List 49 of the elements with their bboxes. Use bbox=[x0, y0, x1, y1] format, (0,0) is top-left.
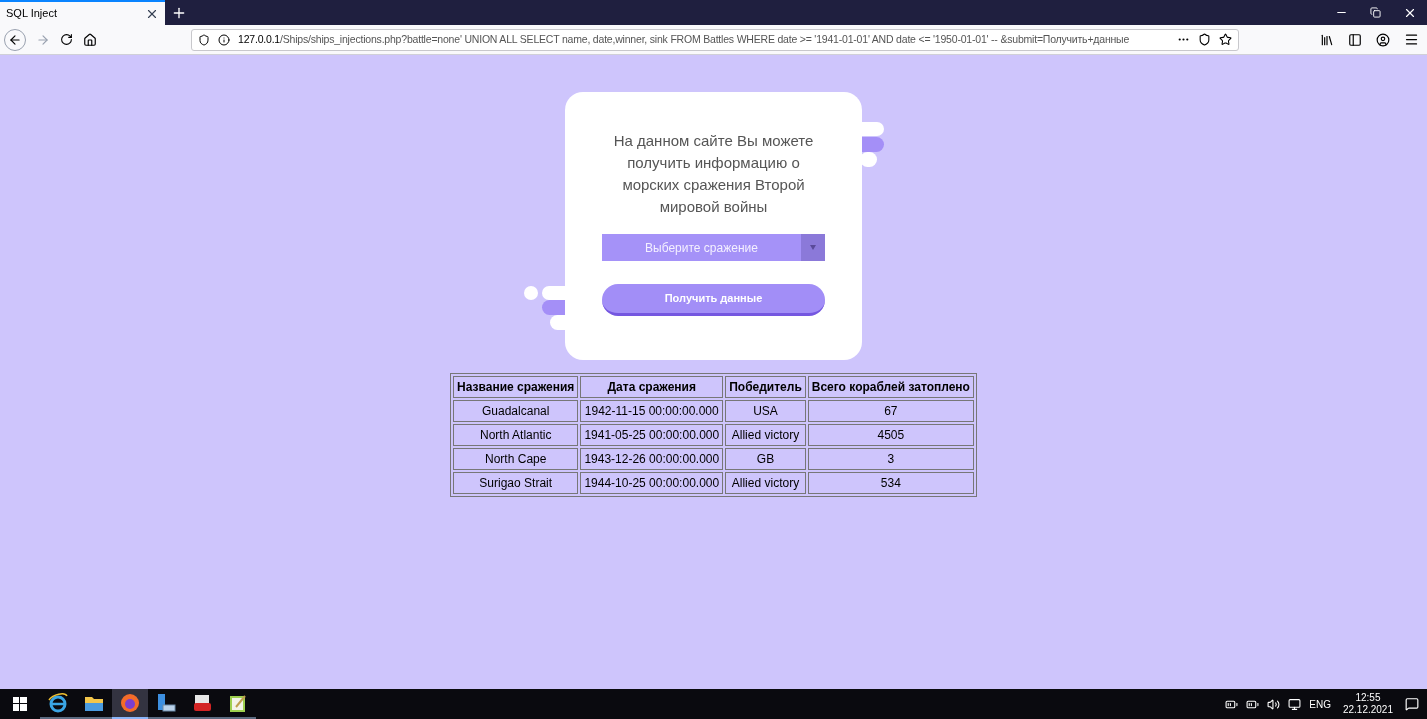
reload-icon[interactable] bbox=[60, 33, 73, 46]
browser-tab[interactable]: SQL Inject bbox=[0, 0, 165, 25]
notepad-icon bbox=[228, 693, 248, 713]
monitor-icon[interactable] bbox=[1288, 697, 1302, 711]
taskbar-app[interactable] bbox=[112, 689, 148, 719]
table-cell: Surigao Strait bbox=[453, 472, 579, 494]
table-cell: 4505 bbox=[807, 424, 974, 446]
table-cell: GB bbox=[725, 448, 806, 470]
url-text: 127.0.0.1/Ships/ships_injections.php?battle=none' UNION ALL SELECT name, date,winner, sink FROM Battles WHERE date >= '1941-01-01' AND date <= '1950-01-01' -- &submit=Получить+данные bbox=[238, 31, 1130, 47]
clock[interactable]: 12:55 22.12.2021 bbox=[1338, 692, 1397, 716]
tab-title: SQL Inject bbox=[6, 6, 57, 22]
restore-icon[interactable] bbox=[1370, 7, 1381, 18]
table-cell: 67 bbox=[807, 400, 974, 422]
decorative-pill bbox=[524, 286, 538, 300]
table-cell: North Cape bbox=[453, 448, 579, 470]
speaker-icon[interactable] bbox=[1267, 697, 1281, 711]
shield-icon bbox=[198, 33, 210, 46]
table-cell: Allied victory bbox=[725, 424, 806, 446]
column-header: Победитель bbox=[725, 376, 806, 398]
table-cell: Guadalcanal bbox=[453, 400, 579, 422]
sidebar-icon[interactable] bbox=[1348, 32, 1362, 47]
column-header: Дата сражения bbox=[580, 376, 724, 398]
table-cell: USA bbox=[725, 400, 806, 422]
table-cell: 1943-12-26 00:00:00.000 bbox=[580, 448, 724, 470]
table-cell: 3 bbox=[807, 448, 974, 470]
column-header: Название сражения bbox=[453, 376, 579, 398]
library-icon[interactable] bbox=[1320, 32, 1334, 47]
language-indicator[interactable]: ENG bbox=[1309, 696, 1331, 712]
server-icon bbox=[156, 693, 176, 713]
intro-text: На данном сайте Вы можете получить информацию о морских сражения Второй мировой войны bbox=[612, 131, 815, 217]
column-header: Всего кораблей затоплено bbox=[807, 376, 974, 398]
browser-e-icon bbox=[47, 692, 69, 714]
table-cell: 1944-10-25 00:00:00.000 bbox=[580, 472, 724, 494]
folder-icon bbox=[84, 694, 104, 712]
account-icon[interactable] bbox=[1376, 32, 1390, 47]
table-cell: 1942-11-15 00:00:00.000 bbox=[580, 400, 724, 422]
back-arrow-icon bbox=[8, 32, 22, 47]
menu-icon[interactable] bbox=[1404, 32, 1419, 47]
home-icon[interactable] bbox=[83, 32, 97, 47]
table-cell: North Atlantic bbox=[453, 424, 579, 446]
info-icon bbox=[218, 33, 230, 46]
table-cell: 534 bbox=[807, 472, 974, 494]
table-cell: Allied victory bbox=[725, 472, 806, 494]
windows-logo-icon bbox=[13, 697, 27, 711]
toolbox-icon bbox=[192, 693, 212, 713]
notifications-icon[interactable] bbox=[1405, 697, 1419, 711]
address-bar[interactable]: 127.0.0.1/Ships/ships_injections.php?battle=none' UNION ALL SELECT name, date,winner, sink FROM Battles WHERE date >= '1941-01-01' AND date <= '1950-01-01' -- &submit=Получить+данные bbox=[191, 28, 1239, 51]
table-cell: 1941-05-25 00:00:00.000 bbox=[580, 424, 724, 446]
star-icon[interactable] bbox=[1219, 33, 1232, 46]
